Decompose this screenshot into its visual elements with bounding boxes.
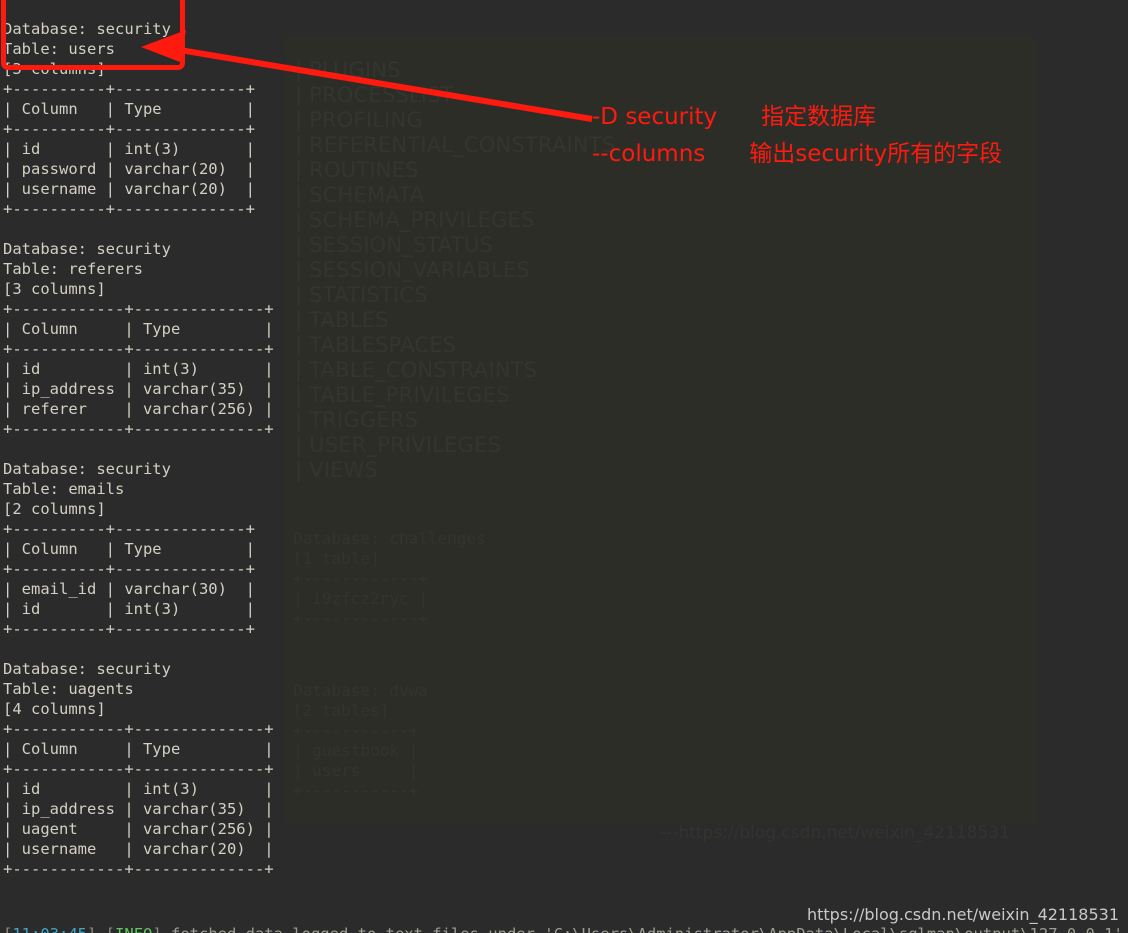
annotation-text-columns: 输出security所有的字段 bbox=[749, 141, 1003, 167]
log-timestamp: 11:03:45 bbox=[12, 925, 87, 933]
annotation-line-1: -D security 指定数据库 bbox=[592, 97, 876, 131]
annotation-line-2: --columns 输出security所有的字段 bbox=[592, 134, 1002, 168]
bracket-close: ] [ bbox=[87, 925, 115, 933]
log-message-info: fetched data logged to text files under … bbox=[171, 925, 1123, 933]
log-level-info: INFO bbox=[115, 925, 152, 933]
terminal-screenshot: | PLUGINS | PROCESSLIST | PROFILING | RE… bbox=[0, 0, 1128, 933]
annotation-flag-database: -D security bbox=[592, 104, 718, 130]
log-line-info: [11:03:45] [INFO] fetched data logged to… bbox=[3, 924, 1123, 933]
faded-information-schema-table-list: | PLUGINS | PROCESSLIST | PROFILING | RE… bbox=[295, 58, 616, 482]
sqlmap-columns-output: Database: security Table: users [3 colum… bbox=[3, 19, 274, 878]
faded-dvwa-database-block: Database: dvwa [2 tables] +-----------+ … bbox=[293, 681, 428, 800]
blog-watermark: https://blog.csdn.net/weixin_42118531 bbox=[806, 905, 1119, 924]
faded-watermark: ---https://blog.csdn.net/weixin_42118531 bbox=[660, 823, 1010, 843]
annotation-text-database: 指定数据库 bbox=[761, 104, 877, 130]
bracket-open: [ bbox=[3, 925, 12, 933]
faded-challenges-database-block: Database: challenges [1 table] +--------… bbox=[293, 529, 486, 628]
annotation-flag-columns: --columns bbox=[592, 141, 706, 167]
bracket-close-2: ] bbox=[152, 925, 171, 933]
